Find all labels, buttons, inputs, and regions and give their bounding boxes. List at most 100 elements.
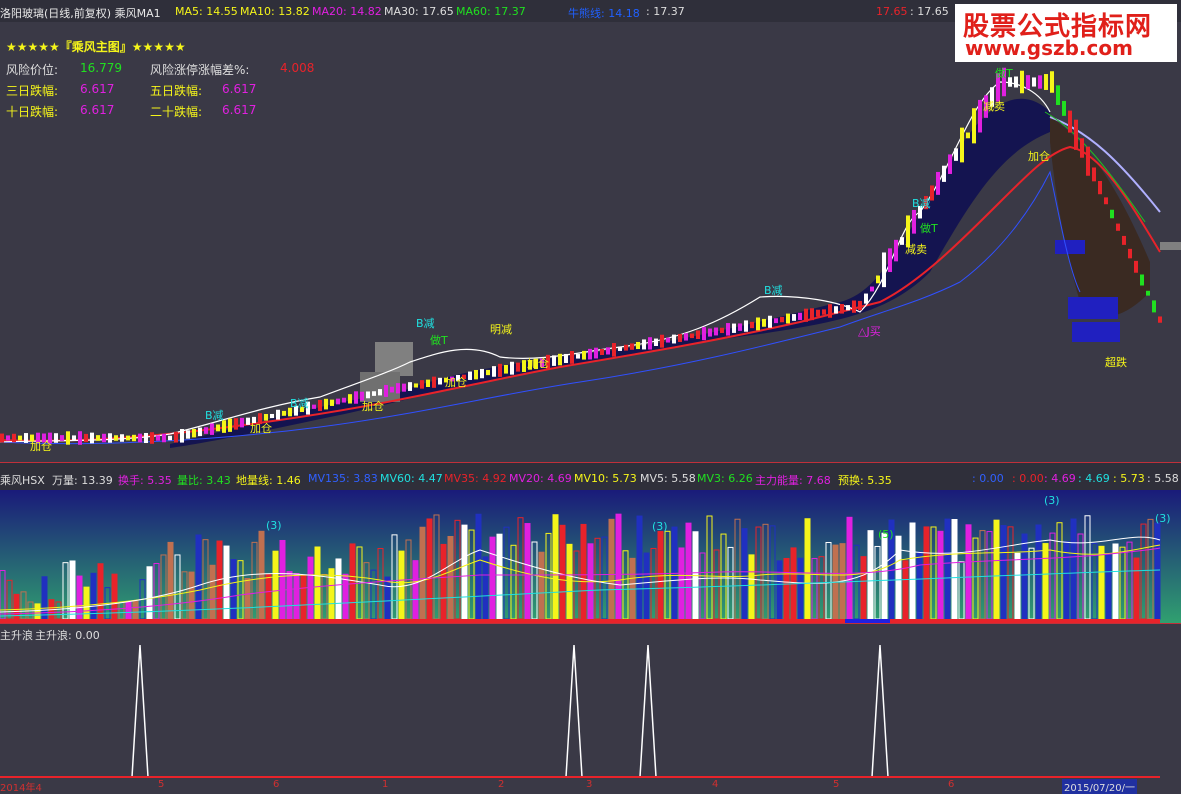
candle: [408, 382, 412, 391]
candle: [594, 347, 598, 359]
annotation-bjian-5: B减: [912, 197, 931, 210]
right-readout-f: : 5.58: [1147, 472, 1179, 485]
volume-indicator-chart[interactable]: (3) (3) (3) (5) (3): [0, 490, 1181, 623]
blue-block: [1055, 240, 1085, 254]
candle: [234, 418, 238, 430]
candle: [978, 99, 982, 133]
candle: [684, 333, 688, 341]
candle: [858, 300, 862, 311]
candle: [648, 337, 652, 350]
volume-bar: [97, 563, 104, 620]
grey-block: [375, 342, 413, 376]
volume-bar: [559, 524, 566, 620]
candle: [414, 383, 418, 388]
axis-label-4: 2: [498, 779, 505, 790]
candle: [372, 391, 376, 396]
candle: [498, 363, 502, 377]
candle: [1098, 180, 1102, 195]
candle: [1152, 300, 1156, 313]
candle: [54, 433, 58, 443]
candle: [1104, 197, 1108, 205]
volume-bar: [342, 573, 349, 620]
ma60-readout: MA60: 17.37: [456, 5, 526, 18]
candle: [672, 334, 676, 344]
annotation-bjian-4: B减: [764, 284, 783, 297]
volume-bar: [944, 518, 951, 620]
annotation-jiacang-3: 加仓: [362, 399, 384, 413]
candle: [1032, 77, 1036, 87]
candle: [192, 428, 196, 438]
candle: [102, 433, 106, 443]
candle: [744, 320, 748, 332]
volume-marker-1: (3): [266, 519, 282, 532]
candle: [78, 431, 82, 445]
main-wave-chart[interactable]: [0, 641, 1181, 778]
candle: [354, 391, 358, 404]
volume-bar: [125, 601, 132, 620]
candle: [846, 305, 850, 311]
candle: [204, 427, 208, 434]
candle: [312, 404, 316, 409]
candle: [558, 353, 562, 366]
candle: [618, 346, 622, 351]
volume-bar: [748, 554, 755, 620]
volume-bar: [111, 573, 118, 620]
volume-bar: [69, 560, 76, 620]
candle: [792, 314, 796, 321]
candle: [6, 435, 10, 441]
candle: [324, 398, 328, 410]
candle: [1134, 260, 1138, 273]
volume-bar: [566, 543, 573, 620]
candle: [12, 433, 16, 443]
volume-bar: [167, 541, 174, 620]
volume-bar: [1105, 552, 1112, 620]
candle: [804, 308, 808, 322]
candle: [774, 318, 778, 324]
candle: [402, 383, 406, 392]
volume-bar: [293, 573, 300, 620]
axis-label-2: 6: [273, 779, 280, 790]
candle: [768, 315, 772, 328]
candle: [930, 185, 934, 201]
indicator1-name: 乘风HSX: [0, 474, 45, 487]
candle: [66, 431, 70, 445]
candle: [612, 343, 616, 357]
axis-label-8: 6: [948, 779, 955, 790]
volume-bar: [552, 514, 559, 620]
candle: [1092, 167, 1096, 182]
candle: [948, 154, 952, 174]
candle: [510, 361, 514, 375]
annotation-jiacang-2: 加仓: [250, 421, 272, 435]
volume-bar: [1098, 545, 1105, 620]
main-price-chart[interactable]: 加仓 加仓 加仓 加仓 加仓 加仓 B减 B减 B减 B减 B减 做T 做T 做…: [0, 22, 1181, 462]
wave-spike-2: [565, 644, 583, 778]
volume-marker-5: (3): [1155, 512, 1171, 525]
annotation-zuot-3: 做T: [920, 221, 938, 235]
ma10-readout: MA10: 13.82: [240, 5, 310, 18]
candle: [1026, 75, 1030, 89]
volume-bar: [188, 571, 195, 620]
candle: [894, 239, 898, 262]
candle: [630, 343, 634, 350]
candle: [552, 355, 556, 366]
candle: [486, 369, 490, 376]
candle: [732, 323, 736, 333]
candle: [624, 344, 628, 351]
candle: [210, 423, 214, 435]
volume-bar: [279, 539, 286, 620]
grey-tag: [1160, 242, 1181, 250]
candle: [702, 327, 706, 341]
volume-bar: [881, 532, 888, 620]
candle: [270, 413, 274, 419]
volume-bar: [902, 560, 909, 620]
volume-bar: [1133, 557, 1140, 620]
price-band-fill: [170, 98, 1050, 448]
candle: [900, 237, 904, 245]
candle: [264, 413, 268, 421]
candle: [426, 379, 430, 388]
candle: [276, 409, 280, 420]
candle: [834, 306, 838, 314]
candle: [282, 410, 286, 416]
volume-bar: [965, 524, 972, 620]
volume-bar: [1000, 525, 1007, 620]
